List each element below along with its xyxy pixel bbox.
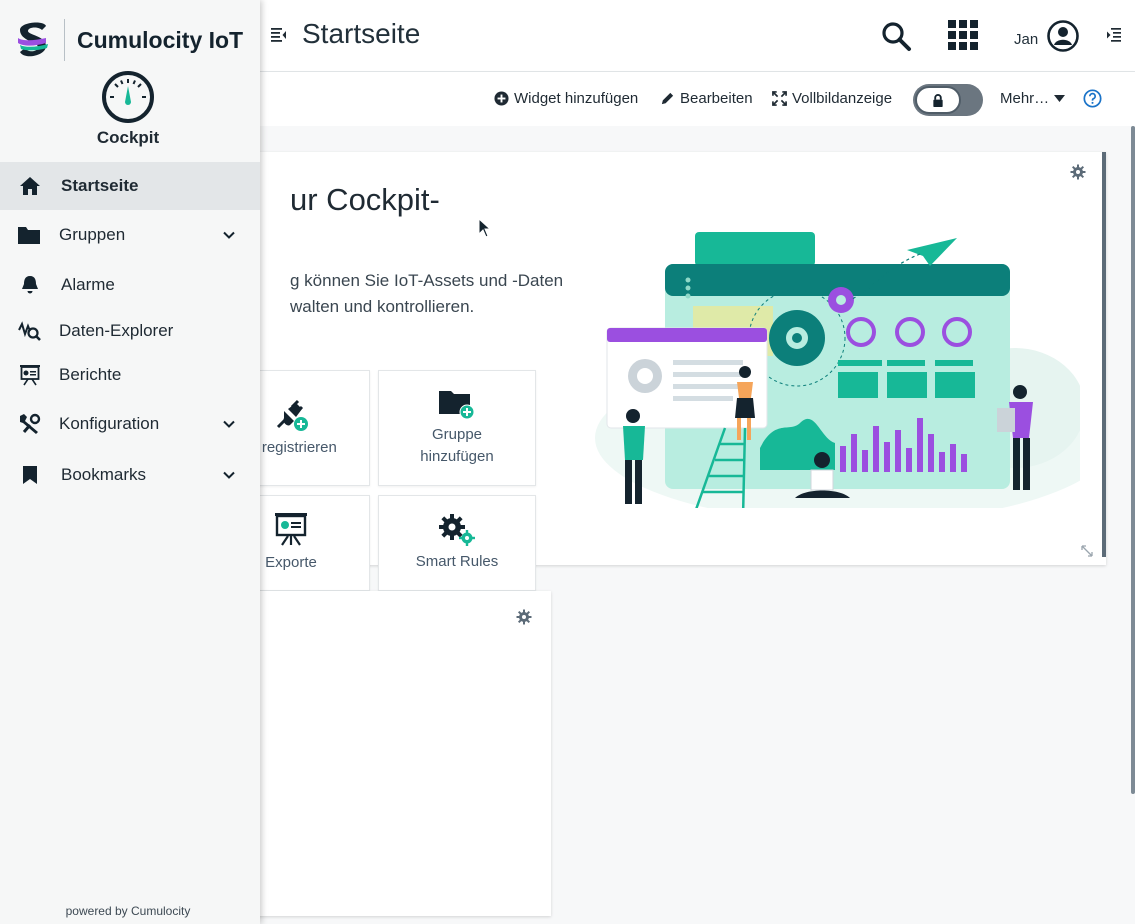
fullscreen-button[interactable]: Vollbildanzeige xyxy=(772,90,892,107)
mouse-cursor-icon xyxy=(478,218,492,238)
bell-icon xyxy=(18,273,42,297)
navigator-sidebar: Cumulocity IoT Cockpit Startseite Gruppe… xyxy=(0,0,260,924)
brand-divider xyxy=(64,19,65,61)
cockpit-gauge-icon xyxy=(102,71,154,123)
welcome-illustration xyxy=(595,232,1080,508)
edit-button[interactable]: Bearbeiten xyxy=(660,90,753,107)
wrench-icon xyxy=(18,412,42,436)
fullscreen-label: Vollbildanzeige xyxy=(792,90,893,107)
add-widget-label: Widget hinzufügen xyxy=(514,90,639,107)
widget-settings-gear-icon[interactable] xyxy=(1070,164,1086,180)
right-drawer-toggle-icon[interactable] xyxy=(1106,27,1122,43)
add-widget-button[interactable]: Widget hinzufügen xyxy=(494,90,638,107)
help-icon[interactable] xyxy=(1083,89,1102,108)
toggle-knob xyxy=(915,86,961,114)
welcome-description-line2: walten und kontrollieren. xyxy=(290,297,475,316)
page-title: Startseite xyxy=(302,18,421,49)
sidebar-item-label: Bookmarks xyxy=(61,465,147,484)
cogs-icon xyxy=(439,514,475,546)
folder-icon xyxy=(17,223,41,247)
quick-link-add-group[interactable]: Gruppe hinzufügen xyxy=(378,370,536,486)
sidebar-item-label: Startseite xyxy=(61,176,139,195)
bookmark-icon xyxy=(18,463,42,487)
cumulocity-logo-icon xyxy=(18,22,48,57)
chevron-down-icon[interactable] xyxy=(222,228,236,242)
app-name: Cockpit xyxy=(96,128,160,147)
welcome-widget: ur Cockpit- g können Sie IoT-Assets und … xyxy=(200,152,1106,591)
resize-handle-icon[interactable] xyxy=(1080,544,1094,558)
welcome-description-line1: g können Sie IoT-Assets und -Daten xyxy=(290,271,564,290)
sidebar-item-startseite[interactable]: Startseite xyxy=(0,162,260,210)
plug-add-icon xyxy=(276,399,308,431)
caret-down-icon xyxy=(1054,94,1066,102)
welcome-title: ur Cockpit- xyxy=(290,182,440,217)
powered-by-footer: powered by Cumulocity xyxy=(65,904,191,918)
brand: Cumulocity IoT xyxy=(16,18,243,62)
user-avatar-icon[interactable] xyxy=(1047,20,1079,52)
folder-add-icon xyxy=(439,391,475,420)
sidebar-item-gruppen[interactable]: Gruppen xyxy=(0,210,260,260)
dashboard-lock-toggle[interactable] xyxy=(913,84,983,116)
report-icon xyxy=(18,363,42,387)
welcome-description: g können Sie IoT-Assets und -Daten walte… xyxy=(290,268,590,320)
chevron-down-icon[interactable] xyxy=(222,417,236,431)
quick-link-add-group-label-2: hinzufügen xyxy=(420,448,494,465)
data-explorer-icon xyxy=(18,319,42,343)
page-scrollbar[interactable] xyxy=(1131,126,1135,794)
pencil-icon xyxy=(661,92,674,105)
widget-accent-bar xyxy=(1102,152,1106,557)
sidebar-item-label: Berichte xyxy=(59,365,122,384)
home-icon xyxy=(18,174,42,198)
more-label: Mehr… xyxy=(1000,90,1050,107)
sidebar-item-label: Konfiguration xyxy=(59,414,160,433)
menu-toggle-icon[interactable] xyxy=(270,26,288,44)
sidebar-item-konfiguration[interactable]: Konfiguration xyxy=(0,398,260,450)
nav-menu: Startseite Gruppen Alarme Daten-Explorer… xyxy=(0,162,260,500)
brand-name: Cumulocity IoT xyxy=(77,26,244,53)
lock-icon xyxy=(933,93,943,107)
search-icon[interactable] xyxy=(880,20,912,52)
fullscreen-icon xyxy=(772,91,787,106)
widget-settings-gear-icon[interactable] xyxy=(516,609,532,625)
sidebar-item-label: Alarme xyxy=(61,275,115,294)
user-name[interactable]: Jan xyxy=(1014,31,1038,48)
sidebar-item-label: Gruppen xyxy=(59,225,126,244)
sidebar-item-berichte[interactable]: Berichte xyxy=(0,352,260,398)
more-dropdown[interactable]: Mehr… xyxy=(1000,90,1066,107)
quick-link-smart-rules[interactable]: Smart Rules xyxy=(378,495,536,591)
plus-circle-icon xyxy=(494,91,509,106)
quick-link-add-group-label-1: Gruppe xyxy=(431,426,483,443)
chevron-down-icon[interactable] xyxy=(222,468,236,482)
export-board-icon xyxy=(275,513,307,546)
sidebar-item-alarme[interactable]: Alarme xyxy=(0,260,260,310)
app-switcher-icon[interactable] xyxy=(948,20,978,50)
sidebar-item-bookmarks[interactable]: Bookmarks xyxy=(0,450,260,500)
edit-label: Bearbeiten xyxy=(680,90,753,107)
sidebar-item-daten-explorer[interactable]: Daten-Explorer xyxy=(0,310,260,352)
sidebar-item-label: Daten-Explorer xyxy=(59,321,174,340)
quick-link-smart-rules-label: Smart Rules xyxy=(415,553,499,570)
quick-link-exports-label: Exporte xyxy=(265,554,317,571)
